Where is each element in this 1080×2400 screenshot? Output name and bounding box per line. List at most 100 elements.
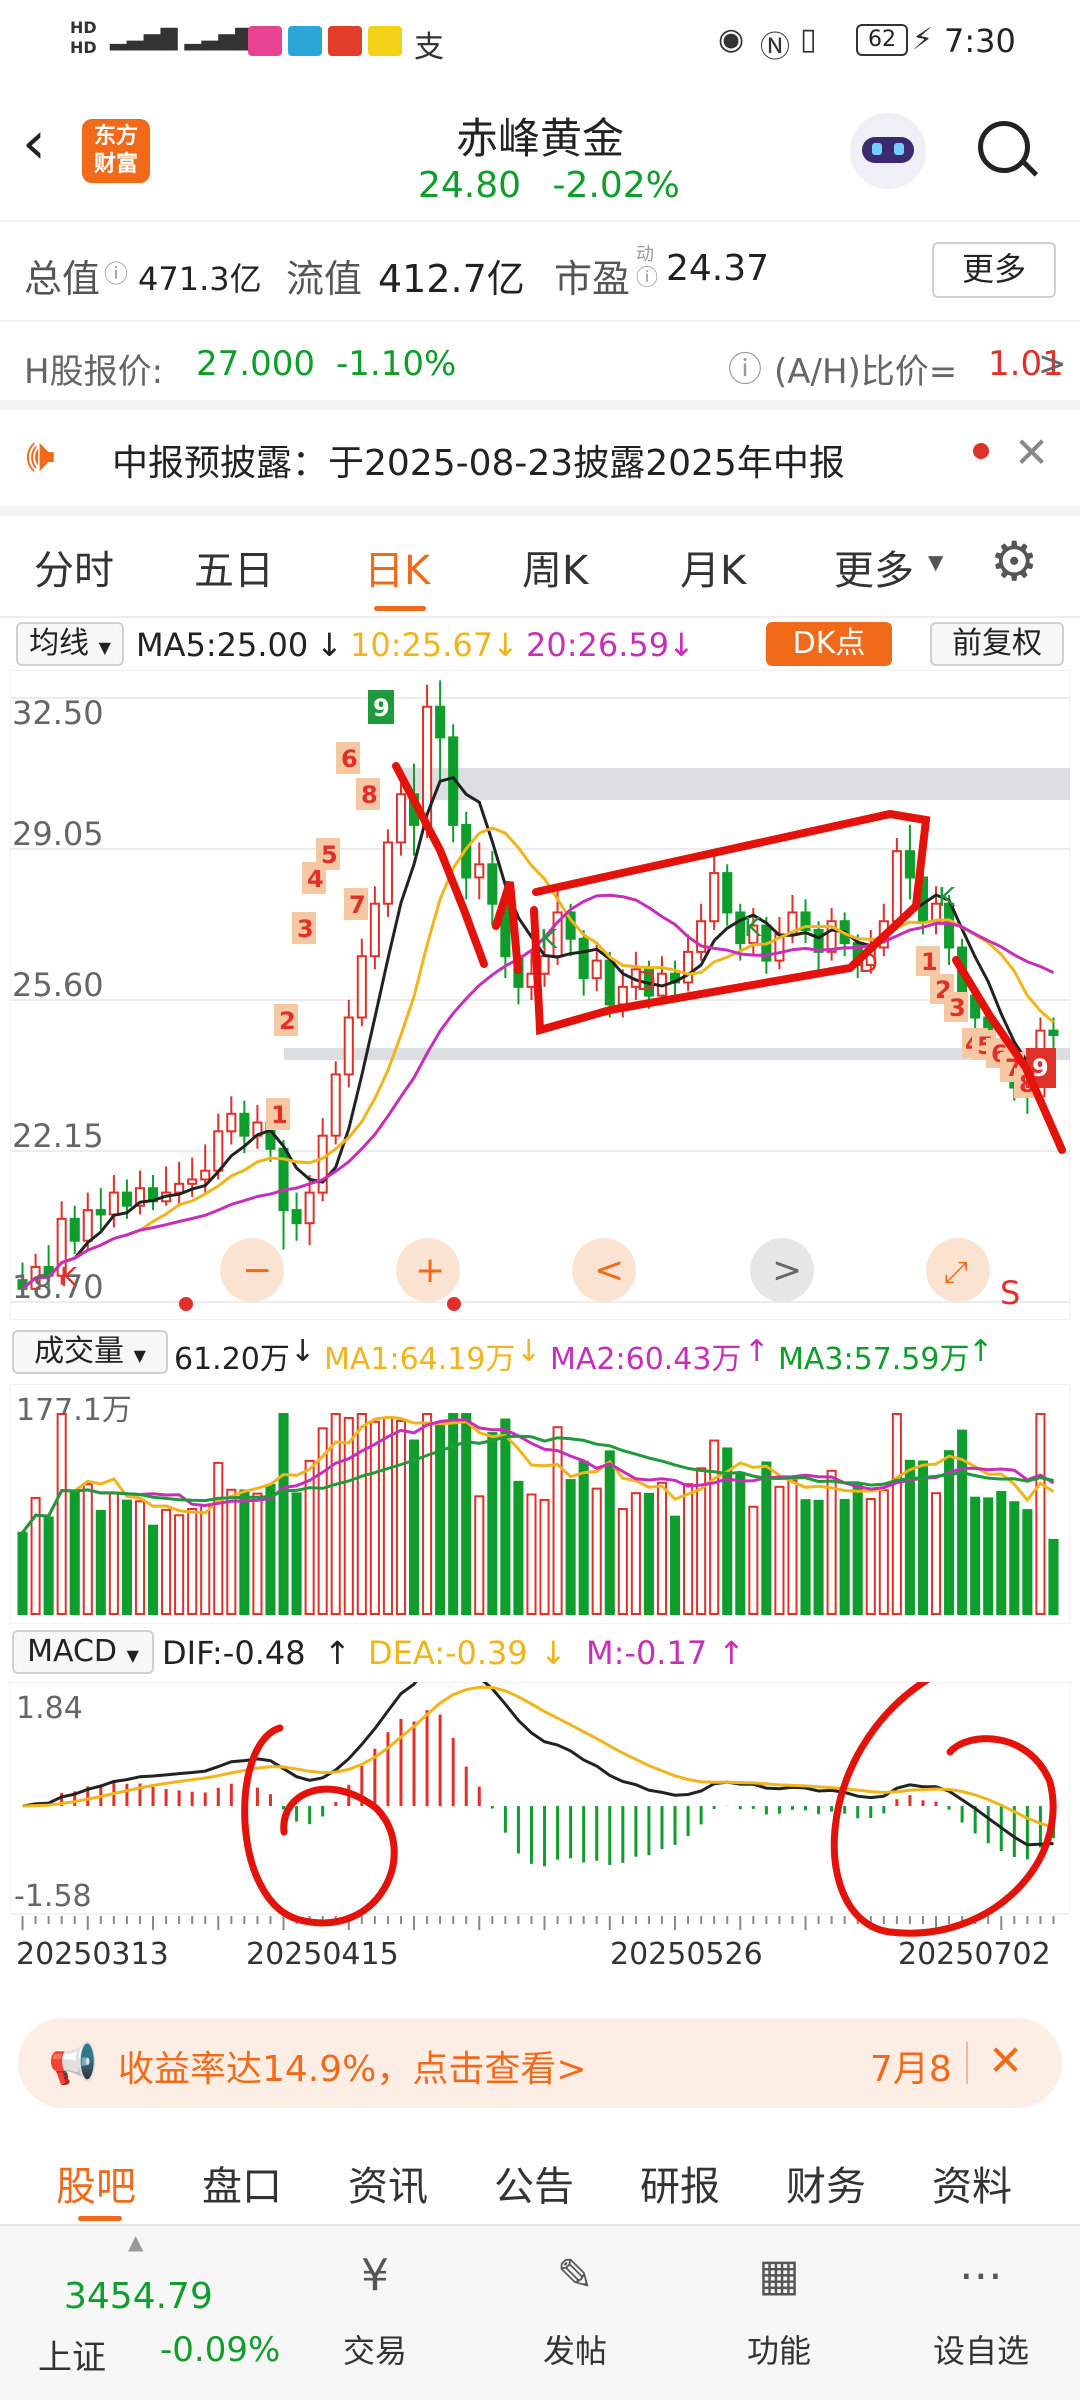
- m-value: M:-0.17: [586, 1634, 708, 1672]
- dk-point-button[interactable]: DK点: [766, 622, 892, 666]
- dropdown-icon: ▼: [928, 550, 944, 574]
- search-icon[interactable]: [978, 121, 1039, 177]
- app-icon: [328, 26, 362, 56]
- promo-banner[interactable]: 📢 收益率达14.9%，点击查看> 7月8 ✕: [18, 2018, 1062, 2108]
- nav-post[interactable]: ✎ 发帖: [520, 2246, 630, 2386]
- volume-bar: [1009, 1501, 1020, 1615]
- zoom-in-button: +: [415, 1250, 445, 1291]
- volume-bar: [617, 1507, 628, 1615]
- candle-body: [174, 1182, 185, 1194]
- volume-bar: [408, 1439, 420, 1615]
- volume-bar: [839, 1498, 850, 1615]
- dropdown-icon: ▼: [133, 1346, 146, 1365]
- volume-bar: [395, 1419, 407, 1615]
- candle-body: [578, 937, 589, 980]
- nav-label: 功能: [746, 2332, 811, 2370]
- nav-trade[interactable]: ¥ 交易: [320, 2246, 430, 2386]
- volume-bar: [774, 1485, 785, 1615]
- adjust-button[interactable]: 前复权: [930, 622, 1064, 666]
- tab-more[interactable]: 更多: [834, 538, 914, 596]
- candle-body: [382, 841, 393, 905]
- info-icon[interactable]: ⓘ: [104, 254, 128, 289]
- total-value-label: 总值: [24, 257, 101, 301]
- stock-price: 24.80 -2.02%: [418, 165, 680, 206]
- candle-body: [395, 793, 407, 844]
- date-ticks: [21, 1916, 1055, 1930]
- candle-body: [304, 1191, 315, 1225]
- volume-bar: [343, 1416, 354, 1615]
- volume-bar: [56, 1413, 67, 1615]
- price-tick: 32.50: [12, 694, 104, 732]
- candle-body: [187, 1178, 198, 1185]
- help-icon[interactable]: ⓘ: [728, 342, 762, 391]
- tab-weekly-k[interactable]: 周K: [522, 538, 588, 596]
- candle-body: [291, 1209, 302, 1225]
- indicator-selector[interactable]: 均线 ▼: [16, 622, 124, 666]
- tab-research[interactable]: 研报: [640, 2154, 720, 2212]
- candle-body: [1048, 1029, 1059, 1037]
- tab-profile[interactable]: 资料: [932, 2154, 1012, 2212]
- volume-bar: [161, 1508, 172, 1615]
- alipay-icon: 支: [414, 30, 444, 65]
- candle-body: [108, 1191, 119, 1216]
- dea-value: DEA:-0.39: [368, 1634, 528, 1672]
- megaphone-icon: 📢: [48, 2041, 98, 2087]
- index-ticker[interactable]: 3454.79 上证 -0.09%: [0, 2246, 300, 2386]
- nav-functions[interactable]: ▦ 功能: [724, 2246, 834, 2386]
- tab-monthly-k[interactable]: 月K: [680, 538, 746, 596]
- volume-selector[interactable]: 成交量 ▼: [12, 1330, 168, 1374]
- ma5-value: MA5:25.00: [136, 626, 309, 664]
- close-icon[interactable]: ✕: [988, 2036, 1023, 2085]
- volume-bar: [669, 1515, 681, 1615]
- candle-body: [539, 955, 550, 975]
- macd-selector[interactable]: MACD ▼: [12, 1630, 154, 1674]
- chevron-right-icon[interactable]: >: [1038, 344, 1067, 384]
- tab-finance[interactable]: 财务: [786, 2154, 866, 2212]
- tab-order-book[interactable]: 盘口: [202, 2154, 282, 2212]
- ma-bar: 均线 ▼ MA5:25.00 ↓ 10:25.67 ↓ 20:26.59 ↓ D…: [0, 622, 1080, 670]
- info-icon[interactable]: ⓘ: [636, 260, 658, 292]
- candle-body: [121, 1191, 132, 1207]
- bottom-nav: ▲ 3454.79 上证 -0.09% ¥ 交易 ✎ 发帖 ▦ 功能 ⋯ 设自选: [0, 2224, 1080, 2400]
- candle-body: [369, 902, 380, 958]
- kline-chart[interactable]: 32.5029.0525.6022.1518.70 1 2 3 4 5 6 7 …: [10, 670, 1070, 1320]
- macd-axis-bottom: -1.58: [14, 1879, 92, 1914]
- tab-announcements[interactable]: 公告: [494, 2154, 574, 2212]
- price-change: -2.02%: [552, 165, 680, 206]
- notice-bar[interactable]: 🕪 中报预披露：于2025-08-23披露2025年中报 ✕: [0, 410, 1080, 506]
- date-axis: 20250313 20250415 20250526 20250702: [16, 1937, 1051, 1972]
- notice-text: 中报预披露：于2025-08-23披露2025年中报: [112, 443, 845, 484]
- nav-add-watchlist[interactable]: ⋯ 设自选: [916, 2246, 1046, 2386]
- volume-bar: [656, 1481, 668, 1615]
- tab-news[interactable]: 资讯: [348, 2154, 428, 2212]
- active-tab-indicator: [78, 2216, 122, 2221]
- volume-bar: [983, 1497, 994, 1615]
- total-value: 471.3亿: [138, 260, 262, 298]
- down-arrow-icon: ↓: [668, 626, 695, 664]
- candle-body: [200, 1169, 211, 1181]
- ma10-value: 10:25.67: [350, 626, 494, 664]
- macd-chart[interactable]: 1.84 -1.58 20250313 20250415 20250526 20…: [10, 1682, 1070, 2002]
- tab-guba[interactable]: 股吧: [56, 2154, 136, 2212]
- tab-intraday[interactable]: 分时: [34, 538, 114, 596]
- robot-assistant-icon[interactable]: [850, 113, 926, 189]
- h-share-label: H股报价:: [24, 352, 164, 392]
- candle-body: [317, 1134, 328, 1194]
- trade-icon: ¥: [361, 2250, 389, 2301]
- grid-icon: ▦: [758, 2250, 800, 2301]
- macd-axis-top: 1.84: [16, 1691, 83, 1726]
- more-stats-button[interactable]: 更多: [932, 242, 1056, 298]
- gear-icon[interactable]: ⚙: [990, 530, 1038, 593]
- candle-body: [226, 1112, 237, 1133]
- tab-daily-k[interactable]: 日K: [364, 538, 430, 596]
- volume-bar: [878, 1489, 889, 1615]
- promo-date: 7月8: [870, 2049, 952, 2090]
- close-icon[interactable]: ✕: [1014, 428, 1049, 477]
- volume-bar: [970, 1496, 981, 1615]
- volume-chart[interactable]: 177.1万: [10, 1384, 1070, 1624]
- down-arrow-icon: ↓: [516, 1334, 542, 1369]
- volume-bar: [761, 1461, 772, 1615]
- candle-body: [435, 705, 446, 739]
- volume-bar: [356, 1413, 367, 1615]
- tab-5day[interactable]: 五日: [194, 538, 274, 596]
